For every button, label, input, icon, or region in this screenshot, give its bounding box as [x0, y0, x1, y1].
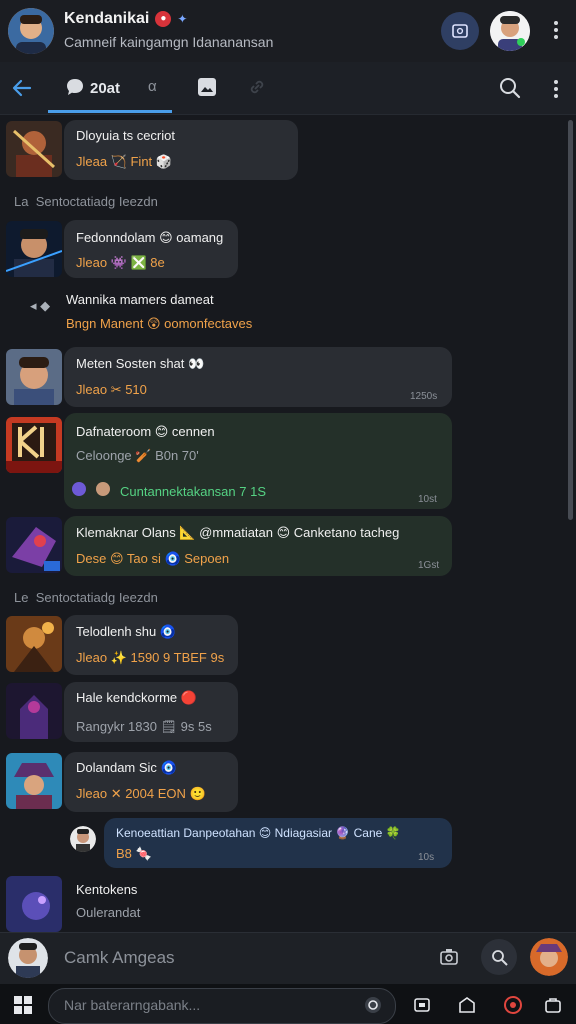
copilot-icon[interactable] — [362, 994, 384, 1016]
message-thumbnail[interactable] — [6, 221, 62, 277]
gallery-icon — [198, 78, 216, 96]
mention-button[interactable] — [481, 939, 517, 975]
message-thumbnail[interactable] — [6, 753, 62, 809]
message-time: 1Gst — [418, 560, 440, 571]
message-title: Kenoeattian Danpeotahan 😊 Ndiagasiar 🔮 C… — [116, 826, 401, 840]
tab-alpha[interactable]: α — [148, 78, 157, 95]
message-input[interactable]: Camk Amgeas — [64, 948, 175, 968]
reaction-avatars — [72, 482, 110, 497]
header-menu-button[interactable] — [544, 18, 568, 42]
message-title: Hale kendckorme 🔴 — [76, 690, 197, 705]
message-thumbnail[interactable] — [6, 683, 62, 739]
explorer-icon[interactable] — [456, 994, 478, 1016]
message-meta: Rangykr 1830 🗒 9s 5s — [76, 719, 212, 734]
sender-avatar[interactable] — [70, 826, 96, 852]
tab-chat-label: 20at — [90, 80, 121, 97]
store-icon[interactable] — [542, 994, 564, 1016]
chat-subtitle: Camneif kaingamgn Idananansan — [64, 34, 274, 50]
taskbar-search-placeholder: Nar baterarngabank... — [64, 997, 201, 1013]
camera-icon — [440, 949, 458, 965]
message-meta: Jleao ✂ 510 — [76, 382, 147, 397]
chat-title: Kendanikai ● ✦ — [64, 10, 188, 27]
message-title: Dolandam Sic 🧿 — [76, 760, 177, 775]
message-meta: Jleao ✨ 1590 9 TBEF 9s — [76, 650, 225, 665]
message-title: Dloyuia ts cecriot — [76, 128, 175, 143]
message-thumbnail[interactable] — [6, 616, 62, 672]
diamond-icon: ✦ — [177, 11, 188, 26]
message-meta: Jleaa 🏹 Fint 🎲 — [76, 154, 172, 169]
message-meta: Bngn Manent 😲 oomonfectaves — [66, 316, 253, 331]
message-title: Telodlenh shu 🧿 — [76, 624, 177, 639]
search-button[interactable] — [498, 76, 524, 102]
message-time: 10s — [418, 852, 435, 863]
active-tab-indicator — [48, 110, 172, 113]
contact-avatar[interactable] — [490, 11, 530, 51]
message-meta: Celoonge 🏏 B0n 70' — [76, 448, 199, 463]
message-meta: Jleao 👾 ❎ 8e — [76, 255, 165, 270]
task-view-icon[interactable] — [412, 994, 434, 1016]
message-meta: Jleao ✕ 2004 EON 🙂 — [76, 786, 206, 801]
message-title: Wannika mamers dameat — [66, 292, 214, 307]
message-title: Fedonndolam 😊 oamang — [76, 230, 224, 245]
tab-gallery[interactable] — [196, 76, 220, 100]
feed-scrollbar[interactable] — [568, 120, 573, 520]
windows-icon[interactable] — [12, 994, 34, 1016]
browser-icon[interactable] — [502, 994, 524, 1016]
video-call-icon — [452, 24, 468, 38]
camera-button[interactable] — [438, 946, 462, 970]
composer-contact-avatar[interactable] — [530, 938, 568, 976]
message-thumbnail[interactable] — [6, 349, 62, 405]
link-icon — [250, 80, 264, 94]
message-title: Meten Sosten shat 👀 — [76, 356, 205, 371]
profile-avatar[interactable] — [8, 8, 54, 54]
date-separator: La Sentoctatiadg Ieezdn — [14, 194, 158, 209]
date-separator: Le Sentoctatiadg Ieezdn — [14, 590, 158, 605]
search-icon — [500, 78, 521, 99]
tab-link[interactable] — [248, 78, 268, 98]
message-line: Cuntannektakansan 7 1S — [120, 484, 266, 499]
message-thumbnail[interactable] — [6, 876, 62, 932]
red-badge-icon: ● — [155, 10, 172, 27]
mention-icon — [492, 950, 508, 966]
message-title: Kentokens — [76, 882, 138, 897]
video-call-button[interactable] — [441, 12, 479, 50]
message-title: Dafnateroom 😊 cennen — [76, 424, 215, 439]
composer-avatar[interactable] — [8, 938, 48, 978]
reaction-icons: ◂ ◆ — [30, 298, 51, 313]
message-thumbnail[interactable] — [6, 517, 62, 573]
message-title: Klemaknar Olans 📐 @mmatiatan 😊 Canketano… — [76, 525, 400, 540]
back-arrow-icon — [12, 79, 32, 97]
chat-bubble-icon — [67, 79, 83, 95]
message-time: 10st — [418, 494, 437, 505]
back-button[interactable] — [10, 76, 34, 100]
message-meta: B8 🍬 — [116, 846, 152, 861]
message-thumbnail[interactable] — [6, 121, 62, 177]
tabs-menu-button[interactable] — [544, 77, 568, 101]
message-meta: Dese 😊 Tao si 🧿 Sepoen — [76, 551, 230, 566]
message-time: 1250s — [410, 391, 438, 402]
top-header: Kendanikai ● ✦ Camneif kaingamgn Idananans… — [0, 0, 576, 62]
message-meta: Oulerandat — [76, 905, 141, 920]
message-thumbnail[interactable] — [6, 417, 62, 473]
